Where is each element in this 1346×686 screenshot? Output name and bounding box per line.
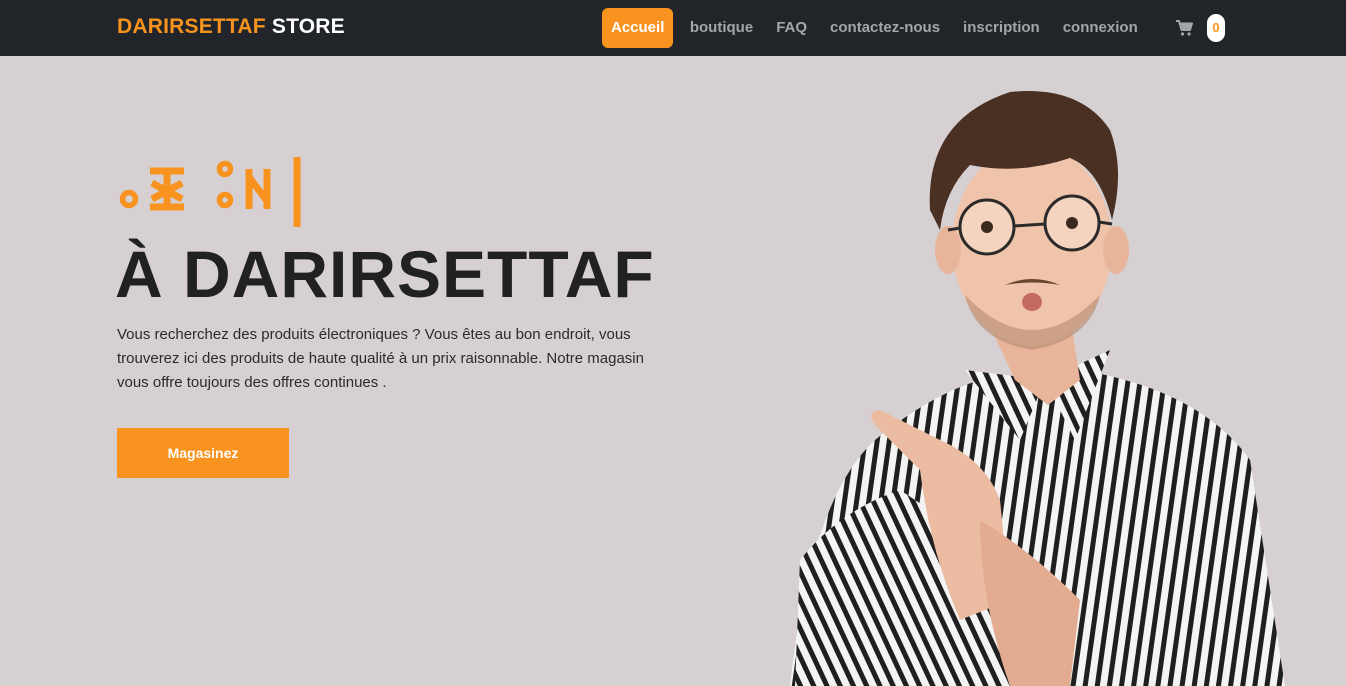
navbar: DARIRSETTAF STORE Accueil boutique FAQ c…	[0, 0, 1346, 56]
nav-link-connexion[interactable]: connexion	[1051, 8, 1149, 48]
shopping-cart-icon[interactable]	[1175, 19, 1193, 37]
main-nav: Accueil boutique FAQ contactez-nous insc…	[602, 8, 1149, 48]
hero-title: À DARIRSETTAF	[115, 237, 655, 311]
nav-link-accueil[interactable]: Accueil	[602, 8, 674, 48]
man-pointing-image	[790, 91, 1285, 686]
nav-link-inscription[interactable]: inscription	[952, 8, 1052, 48]
brand-name: DARIRSETTAF	[117, 15, 266, 38]
hero-description: Vous recherchez des produits électroniqu…	[117, 326, 644, 391]
nav-link-boutique[interactable]: boutique	[678, 8, 764, 48]
nav-link-faq[interactable]: FAQ	[765, 8, 819, 48]
tifinagh-logo	[119, 157, 301, 227]
cart-count-badge[interactable]: 0	[1207, 14, 1225, 42]
nav-link-contact[interactable]: contactez-nous	[819, 8, 952, 48]
brand-suffix: STORE	[271, 15, 345, 38]
shop-now-button[interactable]: Magasinez	[117, 428, 289, 478]
brand-logo[interactable]: DARIRSETTAF STORE	[117, 15, 345, 39]
